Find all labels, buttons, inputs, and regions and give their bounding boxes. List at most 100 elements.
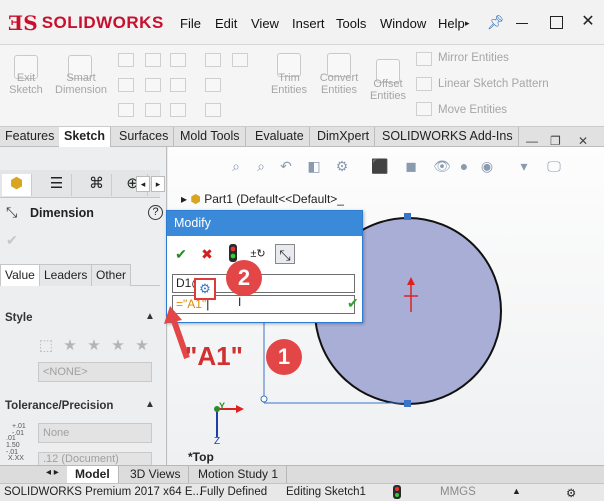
text-icon[interactable] bbox=[205, 78, 221, 92]
style-delete-icon[interactable]: ★ bbox=[85, 336, 103, 354]
status-defined: Fully Defined bbox=[200, 486, 268, 498]
model-view-tabs: ◂ ▸ Model 3D Views Motion Study 1 bbox=[0, 465, 604, 483]
mirror-entities-icon[interactable] bbox=[416, 52, 432, 66]
cancel-x-icon[interactable]: ✖ bbox=[197, 244, 217, 264]
status-bar: SOLIDWORKS Premium 2017 x64 E... Fully D… bbox=[0, 483, 604, 501]
style-load-icon[interactable]: ★ bbox=[133, 336, 151, 354]
tolerance-select[interactable]: None bbox=[38, 423, 152, 443]
status-units[interactable]: MMGS bbox=[440, 486, 476, 498]
style-add-icon[interactable]: ★ bbox=[61, 336, 79, 354]
tab-features[interactable]: Features bbox=[0, 127, 61, 147]
grip-top[interactable] bbox=[404, 213, 411, 220]
tolerance-section-title[interactable]: Tolerance/Precision bbox=[5, 400, 113, 412]
point-icon[interactable] bbox=[205, 103, 221, 117]
axis-label-y: Y bbox=[219, 401, 226, 411]
tab-value[interactable]: Value bbox=[0, 264, 40, 286]
offset-entities-label[interactable]: Offset Entities bbox=[366, 78, 410, 102]
style-apply-icon[interactable]: ⬚ bbox=[37, 336, 55, 354]
style-save-icon[interactable]: ★ bbox=[109, 336, 127, 354]
rectangle-icon[interactable] bbox=[145, 53, 161, 67]
tab-dimxpert[interactable]: DimXpert bbox=[312, 127, 376, 147]
exit-sketch-label[interactable]: Exit Sketch bbox=[4, 72, 48, 96]
menu-tools[interactable]: Tools bbox=[336, 16, 366, 31]
tab-evaluate[interactable]: Evaluate bbox=[250, 127, 310, 147]
tab-other[interactable]: Other bbox=[91, 264, 132, 286]
tab-scroll-left-icon[interactable]: ◂ ▸ bbox=[46, 467, 59, 478]
scroll-right-icon[interactable]: ▸ bbox=[151, 176, 165, 192]
arc-icon[interactable] bbox=[145, 78, 161, 92]
panel-title: Dimension bbox=[30, 206, 94, 220]
pin-icon[interactable]: 📌︎ bbox=[487, 14, 505, 31]
ok-check-icon[interactable]: ✔ bbox=[6, 232, 18, 249]
maximize-button[interactable] bbox=[544, 10, 568, 34]
tab-solidworks-add-ins[interactable]: SOLIDWORKS Add-Ins bbox=[377, 127, 519, 147]
doc-restore-button[interactable]: ❐ bbox=[550, 134, 561, 148]
tab-sketch[interactable]: Sketch bbox=[59, 127, 111, 147]
menu-window[interactable]: Window bbox=[380, 16, 426, 31]
modify-dialog-title: Modify bbox=[167, 211, 362, 236]
help-icon[interactable]: ? bbox=[148, 205, 163, 220]
axis-arrow-x bbox=[236, 405, 244, 413]
accept-check-icon[interactable]: ✔ bbox=[171, 244, 191, 264]
help-dropdown-icon[interactable]: ▸ bbox=[465, 18, 470, 29]
tab-model[interactable]: Model bbox=[67, 466, 119, 483]
menu-file[interactable]: File bbox=[180, 16, 201, 31]
menu-insert[interactable]: Insert bbox=[292, 16, 325, 31]
smart-dimension-label[interactable]: Smart Dimension bbox=[52, 72, 110, 96]
precision-icon: X.XX bbox=[8, 455, 24, 462]
tab-3d-views[interactable]: 3D Views bbox=[122, 466, 190, 483]
dimension-icon: ⤡ bbox=[6, 204, 18, 220]
tab-leaders[interactable]: Leaders bbox=[39, 264, 93, 286]
doc-minimize-button[interactable]: — bbox=[526, 134, 538, 148]
menu-help[interactable]: Help bbox=[438, 16, 465, 31]
solidworks-logo[interactable]: ƎS SOLIDWORKS bbox=[8, 8, 163, 38]
mirror-entities-label[interactable]: Mirror Entities bbox=[438, 52, 509, 64]
confirm-check-icon[interactable]: ✔ bbox=[347, 295, 359, 312]
property-manager-icon[interactable]: ☰ bbox=[42, 174, 72, 196]
linear-sketch-pattern-icon[interactable] bbox=[416, 77, 432, 91]
doc-close-button[interactable]: ✕ bbox=[578, 134, 588, 148]
minimize-button[interactable] bbox=[510, 10, 534, 34]
tolerance-value-icon: .01 1.50 -.01 bbox=[6, 435, 20, 456]
menu-edit[interactable]: Edit bbox=[215, 16, 237, 31]
tab-motion-study-1[interactable]: Motion Study 1 bbox=[190, 466, 288, 483]
polygon-icon[interactable] bbox=[170, 78, 186, 92]
feature-manager-icon[interactable]: ⬢ bbox=[2, 174, 32, 196]
rebuild-status-icon[interactable] bbox=[392, 485, 402, 501]
command-manager-ribbon: Exit Sketch Smart Dimension Trim Entitie… bbox=[0, 45, 604, 127]
circle-icon[interactable] bbox=[118, 78, 134, 92]
plane-icon[interactable] bbox=[205, 53, 221, 67]
move-entities-label[interactable]: Move Entities bbox=[438, 104, 507, 116]
trim-entities-label[interactable]: Trim Entities bbox=[268, 72, 310, 96]
ellipse-icon[interactable] bbox=[145, 103, 161, 117]
command-tabs: Features Sketch Surfaces Mold Tools Eval… bbox=[0, 127, 604, 147]
line-icon[interactable] bbox=[118, 53, 134, 67]
fillet-icon[interactable] bbox=[170, 103, 186, 117]
collapse-caret-icon[interactable]: ▲ bbox=[145, 399, 155, 410]
units-dropdown-icon[interactable]: ▲ bbox=[512, 486, 521, 496]
move-entities-icon[interactable] bbox=[416, 102, 432, 116]
manager-tabs: ⬢ ☰ ⌘ ⊕ ◂ ▸ bbox=[0, 170, 165, 198]
collapse-caret-icon[interactable]: ▲ bbox=[145, 311, 155, 322]
property-subtabs: Value Leaders Other bbox=[0, 264, 160, 286]
scroll-left-icon[interactable]: ◂ bbox=[136, 176, 150, 192]
precision-select[interactable]: .12 (Document) bbox=[38, 452, 152, 466]
tab-surfaces[interactable]: Surfaces bbox=[114, 127, 175, 147]
link-value-icon[interactable]: ⚙ bbox=[194, 278, 216, 300]
tab-mold-tools[interactable]: Mold Tools bbox=[175, 127, 246, 147]
style-section-title[interactable]: Style bbox=[5, 312, 33, 324]
convert-entities-label[interactable]: Convert Entities bbox=[314, 72, 364, 96]
slot-icon[interactable] bbox=[170, 53, 186, 67]
style-select[interactable]: <NONE> bbox=[38, 362, 152, 382]
resize-grip-icon[interactable]: ⚙ bbox=[566, 486, 576, 500]
point-tool-icon[interactable] bbox=[232, 53, 248, 67]
menu-view[interactable]: View bbox=[251, 16, 279, 31]
mark-for-drawing-icon[interactable]: ⤡ bbox=[275, 244, 295, 264]
close-button[interactable]: ✕ bbox=[576, 10, 600, 34]
spline-icon[interactable] bbox=[118, 103, 134, 117]
configuration-manager-icon[interactable]: ⌘ bbox=[82, 174, 112, 196]
grip-bottom[interactable] bbox=[404, 400, 411, 407]
linear-sketch-pattern-label[interactable]: Linear Sketch Pattern bbox=[438, 78, 549, 90]
origin-point[interactable] bbox=[260, 395, 268, 403]
ds-logo-mark: ƎS bbox=[8, 11, 38, 35]
